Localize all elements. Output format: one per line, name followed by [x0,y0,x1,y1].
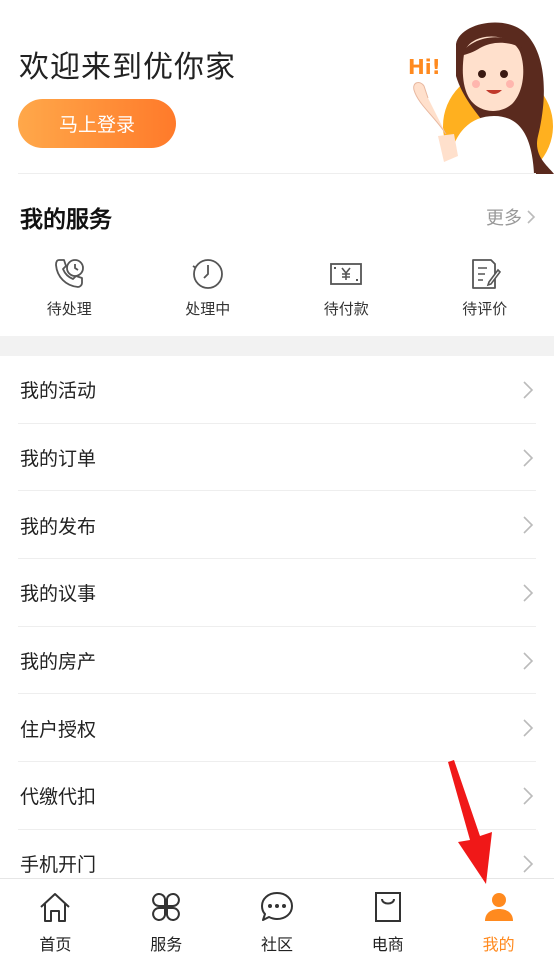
person-icon [484,893,513,921]
nav-services[interactable]: 服务 [111,879,222,956]
menu-item-my-posts[interactable]: 我的发布 [0,491,554,559]
menu-item-auto-payment[interactable]: 代缴代扣 [0,762,554,830]
nav-label: 社区 [260,935,293,954]
chat-bubble-icon [260,892,293,921]
services-more-link[interactable]: 更多 [486,204,536,230]
chevron-right-icon [527,210,536,224]
chevron-right-icon [523,516,534,534]
grid-icon [152,893,181,921]
service-label: 待评价 [462,300,508,318]
login-button[interactable]: 马上登录 [18,99,176,148]
bottom-nav: 首页 服务 社区 电商 我的 [0,878,554,956]
menu-item-resident-authorization[interactable]: 住户授权 [0,694,554,762]
shopping-bag-icon [374,892,401,922]
chevron-right-icon [523,787,534,805]
service-unpaid[interactable]: 待付款 [277,256,416,326]
menu-label: 住户授权 [20,718,97,741]
menu-label: 我的房产 [20,651,97,674]
chevron-right-icon [523,381,534,399]
service-pending[interactable]: 待处理 [0,256,139,326]
yen-bill-icon [330,263,363,285]
nav-ecommerce[interactable]: 电商 [332,879,443,956]
chevron-right-icon [523,448,534,467]
services-title: 我的服务 [20,207,112,233]
menu-label: 我的订单 [20,448,97,471]
nav-label: 服务 [150,935,183,954]
nav-label: 我的 [482,935,515,954]
section-divider [0,336,554,356]
edit-document-icon [471,259,501,289]
clock-icon [192,259,223,289]
mascot-illustration: Hi! [408,22,554,174]
menu-label: 我的活动 [20,380,97,403]
service-processing[interactable]: 处理中 [139,256,278,326]
service-label: 处理中 [185,300,231,318]
service-label: 待付款 [323,300,369,318]
menu-item-my-discussions[interactable]: 我的议事 [0,559,554,627]
phone-clock-icon [55,259,85,288]
home-icon [40,893,71,922]
menu-item-my-property[interactable]: 我的房产 [0,627,554,695]
chevron-right-icon [523,652,534,670]
service-to-review[interactable]: 待评价 [416,256,554,326]
menu-label: 我的议事 [20,583,97,606]
service-label: 待处理 [46,300,92,318]
menu-item-my-activities[interactable]: 我的活动 [0,356,554,424]
chevron-right-icon [523,855,534,873]
mascot-hi-text: Hi! [408,55,441,79]
menu-label: 代缴代扣 [20,786,97,809]
menu-item-my-orders[interactable]: 我的订单 [0,424,554,492]
nav-home[interactable]: 首页 [0,879,111,956]
profile-header: 欢迎来到优你家 马上登录 Hi! [0,0,554,174]
header-divider [18,173,536,174]
nav-label: 电商 [371,935,404,954]
nav-community[interactable]: 社区 [222,879,333,956]
nav-mine[interactable]: 我的 [443,879,554,956]
welcome-text: 欢迎来到优你家 [19,50,236,85]
nav-label: 首页 [39,935,72,954]
more-label: 更多 [486,208,522,229]
menu-label: 手机开门 [20,854,97,877]
chevron-right-icon [523,719,534,737]
menu-label: 我的发布 [20,515,97,538]
service-shortcuts: 待处理 处理中 待付款 待评价 [0,256,554,326]
menu-list: 我的活动 我的订单 我的发布 我的议事 我的房产 住户授权 代缴代扣 手机开门 [0,356,554,898]
chevron-right-icon [523,584,534,602]
